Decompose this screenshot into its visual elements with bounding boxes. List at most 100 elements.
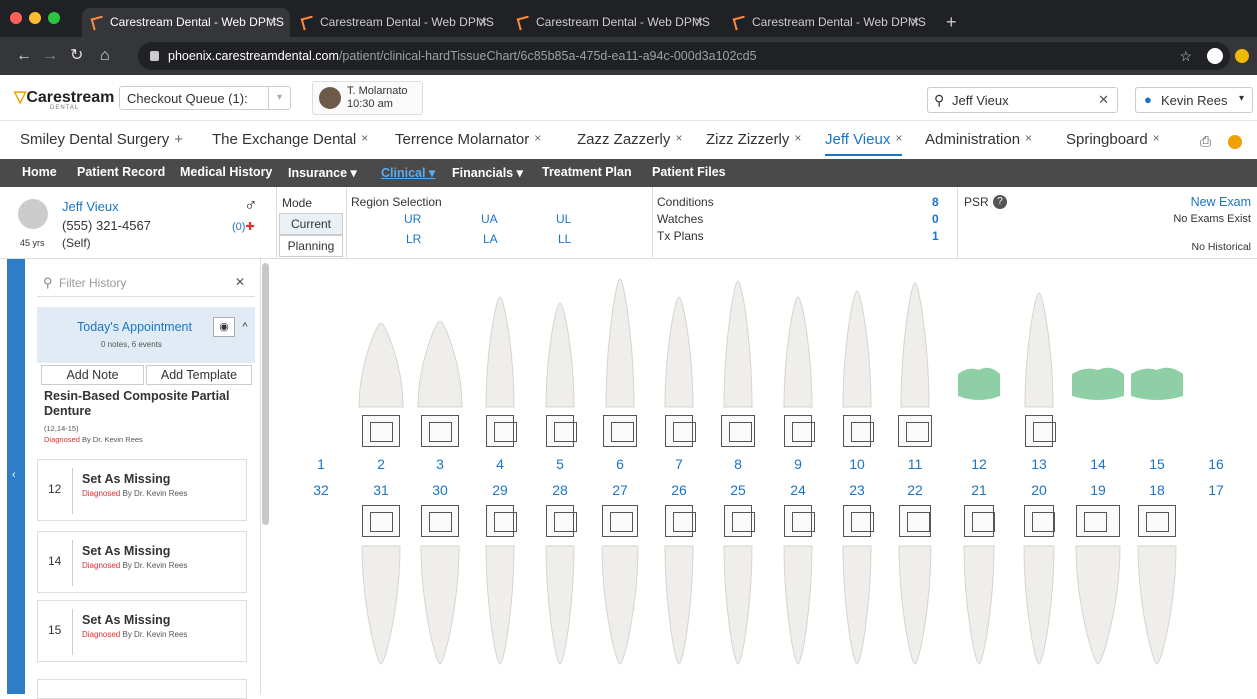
new-exam-link[interactable]: New Exam: [1191, 195, 1251, 209]
region-ll[interactable]: LL: [558, 232, 571, 246]
todays-appointment-header[interactable]: Today's Appointment 0 notes, 6 events ◉ …: [37, 307, 255, 363]
close-window-button[interactable]: [10, 12, 22, 24]
tooth-surface-grid-13[interactable]: [1025, 415, 1056, 447]
nav-home[interactable]: Home: [22, 165, 57, 179]
tooth-surface-grid-7[interactable]: [665, 415, 696, 447]
tooth-26[interactable]: [664, 545, 694, 665]
tab-jeff-vieux[interactable]: Jeff Vieux ×: [825, 131, 903, 156]
watches-count[interactable]: 0: [932, 212, 939, 226]
tab-springboard[interactable]: Springboard ×: [1066, 131, 1160, 148]
list-item[interactable]: 14 Set As Missing Diagnosed By Dr. Kevin…: [37, 531, 247, 593]
tooth-surface-grid-20[interactable]: [1024, 505, 1055, 537]
browser-tab-3[interactable]: Carestream Dental - Web DPMS ✕: [508, 8, 716, 37]
tooth-number-23[interactable]: 23: [842, 482, 872, 498]
medical-alert-count[interactable]: (0)✚: [232, 220, 255, 233]
tooth-surface-grid-31[interactable]: [362, 505, 400, 537]
nav-clinical[interactable]: Clinical ▾: [381, 165, 435, 180]
close-tab-icon[interactable]: ×: [361, 131, 368, 145]
chevron-up-icon[interactable]: ^: [237, 317, 253, 337]
tooth-number-24[interactable]: 24: [783, 482, 813, 498]
star-icon[interactable]: ☆: [1179, 42, 1192, 70]
browser-tab-4[interactable]: Carestream Dental - Web DPMS ✕: [724, 8, 932, 37]
browser-tab-1[interactable]: Carestream Dental - Web DPMS ✕: [82, 8, 290, 37]
close-tab-icon[interactable]: ×: [895, 131, 902, 145]
patient-name[interactable]: Jeff Vieux: [62, 199, 119, 214]
tab-zazz-zazzerly[interactable]: Zazz Zazzerly ×: [577, 131, 682, 148]
nav-patient-record[interactable]: Patient Record: [77, 165, 165, 179]
tx-plans-count[interactable]: 1: [932, 229, 939, 243]
tooth-surface-grid-4[interactable]: [486, 415, 517, 447]
missing-tooth-12[interactable]: [958, 367, 1000, 400]
tooth-19[interactable]: [1075, 545, 1121, 665]
tooth-number-12[interactable]: 12: [964, 456, 994, 472]
maximize-window-button[interactable]: [48, 12, 60, 24]
tooth-27[interactable]: [601, 545, 639, 665]
eye-icon[interactable]: ◉: [213, 317, 235, 337]
region-ul[interactable]: UL: [556, 212, 571, 226]
collapse-sidebar-strip[interactable]: ‹: [7, 259, 25, 694]
missing-tooth-15[interactable]: [1131, 367, 1183, 400]
tooth-surface-grid-2[interactable]: [362, 415, 400, 447]
back-arrow-icon[interactable]: ←: [16, 46, 32, 66]
tooth-surface-grid-11[interactable]: [898, 415, 932, 447]
tooth-number-11[interactable]: 11: [900, 456, 930, 472]
mode-current-button[interactable]: Current: [279, 213, 343, 235]
tooth-22[interactable]: [898, 545, 932, 665]
close-tab-icon[interactable]: ×: [534, 131, 541, 145]
close-tab-icon[interactable]: ×: [794, 131, 801, 145]
add-note-button[interactable]: Add Note: [41, 365, 144, 385]
tooth-surface-grid-10[interactable]: [843, 415, 874, 447]
tooth-surface-grid-21[interactable]: [964, 505, 995, 537]
filter-history-input[interactable]: ⚲ Filter History ✕: [37, 271, 255, 297]
tooth-surface-grid-3[interactable]: [421, 415, 459, 447]
chevron-left-icon[interactable]: ‹: [12, 469, 16, 481]
tab-smiley-dental-surgery[interactable]: Smiley Dental Surgery +: [20, 131, 183, 148]
tooth-number-26[interactable]: 26: [664, 482, 694, 498]
nav-financials[interactable]: Financials ▾: [452, 165, 523, 180]
tooth-20[interactable]: [1023, 545, 1055, 665]
alert-icon[interactable]: [1228, 135, 1242, 149]
appointment-chip[interactable]: T. Molarnato 10:30 am: [312, 81, 423, 115]
tooth-number-22[interactable]: 22: [900, 482, 930, 498]
tooth-surface-grid-5[interactable]: [546, 415, 577, 447]
close-tab-icon[interactable]: ✕: [910, 8, 920, 37]
tooth-number-32[interactable]: 32: [306, 482, 336, 498]
reload-icon[interactable]: ↻: [70, 46, 83, 66]
tooth-24[interactable]: [783, 545, 813, 665]
tooth-number-30[interactable]: 30: [425, 482, 455, 498]
new-tab-button[interactable]: +: [946, 8, 957, 37]
list-item[interactable]: 12 Set As Missing Diagnosed By Dr. Kevin…: [37, 459, 247, 521]
help-icon[interactable]: ?: [993, 195, 1007, 209]
user-menu-button[interactable]: ● Kevin Rees ▾: [1135, 87, 1253, 113]
nav-insurance[interactable]: Insurance ▾: [288, 165, 357, 180]
tooth-number-17[interactable]: 17: [1201, 482, 1231, 498]
tooth-number-4[interactable]: 4: [485, 456, 515, 472]
tooth-5[interactable]: [545, 302, 575, 408]
tooth-surface-grid-29[interactable]: [486, 505, 517, 537]
close-tab-icon[interactable]: ✕: [268, 8, 278, 37]
tooth-number-19[interactable]: 19: [1083, 482, 1113, 498]
region-la[interactable]: LA: [483, 232, 498, 246]
tooth-surface-grid-25[interactable]: [724, 505, 755, 537]
tooth-surface-grid-28[interactable]: [546, 505, 577, 537]
tooth-surface-grid-19[interactable]: [1076, 505, 1120, 537]
scrollbar[interactable]: [262, 263, 269, 525]
close-tab-icon[interactable]: ✕: [694, 8, 704, 37]
mode-planning-button[interactable]: Planning: [279, 235, 343, 257]
tab-the-exchange-dental[interactable]: The Exchange Dental ×: [212, 131, 368, 148]
tooth-surface-grid-22[interactable]: [899, 505, 931, 537]
tooth-number-8[interactable]: 8: [723, 456, 753, 472]
tooth-21[interactable]: [963, 545, 995, 665]
list-item[interactable]: [37, 679, 247, 699]
tooth-29[interactable]: [485, 545, 515, 665]
tooth-number-7[interactable]: 7: [664, 456, 694, 472]
tooth-28[interactable]: [545, 545, 575, 665]
tooth-number-14[interactable]: 14: [1083, 456, 1113, 472]
tooth-9[interactable]: [783, 296, 813, 408]
region-ur[interactable]: UR: [404, 212, 421, 226]
tooth-number-10[interactable]: 10: [842, 456, 872, 472]
close-tab-icon[interactable]: ×: [1153, 131, 1160, 145]
tooth-13[interactable]: [1024, 292, 1054, 408]
close-tab-icon[interactable]: ×: [675, 131, 682, 145]
tooth-2[interactable]: [358, 322, 404, 408]
